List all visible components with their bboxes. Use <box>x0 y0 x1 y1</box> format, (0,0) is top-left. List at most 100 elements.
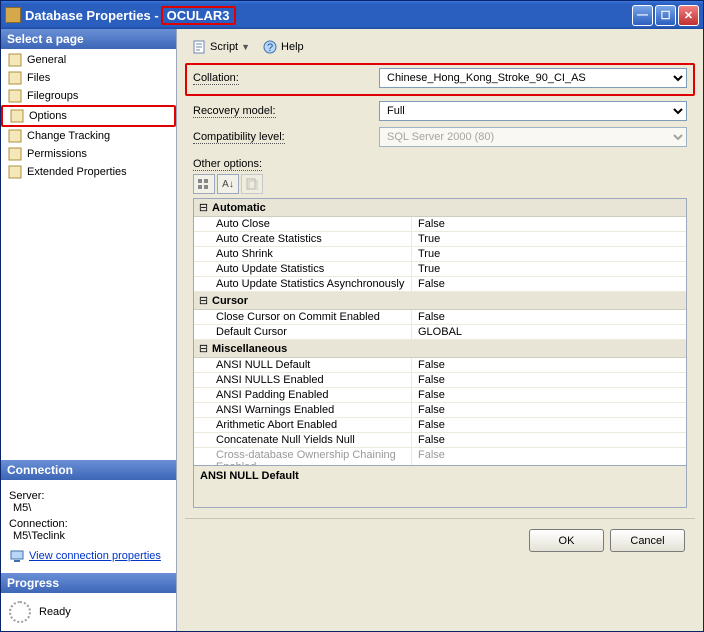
grid-row[interactable]: Concatenate Null Yields NullFalse <box>194 433 686 448</box>
minimize-button[interactable]: — <box>632 5 653 26</box>
ok-button[interactable]: OK <box>529 529 604 552</box>
sidebar-item-label: Files <box>27 70 50 86</box>
grid-property-name: ANSI NULL Default <box>194 358 412 372</box>
collation-row: Collation: Chinese_Hong_Kong_Stroke_90_C… <box>185 63 695 96</box>
grid-property-value[interactable]: True <box>412 247 686 261</box>
grid-property-value[interactable]: False <box>412 358 686 372</box>
grid-row[interactable]: ANSI NULLS EnabledFalse <box>194 373 686 388</box>
grid-row[interactable]: ANSI NULL DefaultFalse <box>194 358 686 373</box>
recovery-label: Recovery model: <box>193 105 276 118</box>
grid-row[interactable]: Auto ShrinkTrue <box>194 247 686 262</box>
sidebar-item-general[interactable]: General <box>1 51 176 69</box>
grid-property-value[interactable]: False <box>412 418 686 432</box>
compatibility-label: Compatibility level: <box>193 131 285 144</box>
page-icon <box>7 88 23 104</box>
other-options-label: Other options: <box>193 158 262 171</box>
categorize-button[interactable] <box>193 174 215 194</box>
sidebar-item-label: Change Tracking <box>27 128 110 144</box>
sidebar-item-extended-properties[interactable]: Extended Properties <box>1 163 176 181</box>
help-button[interactable]: ? Help <box>258 37 308 57</box>
svg-text:?: ? <box>267 42 273 54</box>
grid-property-value[interactable]: False <box>412 277 686 291</box>
connection-header: Connection <box>1 460 176 480</box>
page-list: General Files Filegroups Options Change … <box>1 49 176 183</box>
grid-property-value[interactable]: True <box>412 232 686 246</box>
page-icon <box>7 70 23 86</box>
grid-row[interactable]: Default CursorGLOBAL <box>194 325 686 340</box>
grid-row[interactable]: ANSI Warnings EnabledFalse <box>194 403 686 418</box>
grid-property-name: Auto Update Statistics <box>194 262 412 276</box>
grid-property-name: Auto Close <box>194 217 412 231</box>
grid-scroll[interactable]: ⊟AutomaticAuto CloseFalseAuto Create Sta… <box>194 199 686 465</box>
compatibility-select[interactable]: SQL Server 2000 (80) <box>379 127 687 147</box>
sidebar-item-options[interactable]: Options <box>1 105 176 127</box>
close-button[interactable]: ✕ <box>678 5 699 26</box>
titlebar[interactable]: Database Properties - OCULAR3 — ☐ ✕ <box>1 1 703 29</box>
grid-row[interactable]: ANSI Padding EnabledFalse <box>194 388 686 403</box>
grid-section-header[interactable]: ⊟Cursor <box>194 292 686 310</box>
grid-row[interactable]: Auto Create StatisticsTrue <box>194 232 686 247</box>
maximize-button[interactable]: ☐ <box>655 5 676 26</box>
recovery-select[interactable]: Full <box>379 101 687 121</box>
grid-property-value[interactable]: False <box>412 310 686 324</box>
collapse-icon: ⊟ <box>198 294 209 307</box>
grid-row[interactable]: Arithmetic Abort EnabledFalse <box>194 418 686 433</box>
grid-property-value[interactable]: True <box>412 262 686 276</box>
page-icon <box>7 128 23 144</box>
sidebar-item-label: Filegroups <box>27 88 78 104</box>
page-icon <box>9 108 25 124</box>
sidebar-item-files[interactable]: Files <box>1 69 176 87</box>
progress-header: Progress <box>1 573 176 593</box>
grid-row[interactable]: Auto Update Statistics AsynchronouslyFal… <box>194 277 686 292</box>
grid-property-value[interactable]: False <box>412 373 686 387</box>
page-icon <box>7 164 23 180</box>
grid-section-header[interactable]: ⊟Automatic <box>194 199 686 217</box>
database-properties-window: Database Properties - OCULAR3 — ☐ ✕ Sele… <box>0 0 704 632</box>
grid-property-value[interactable]: False <box>412 388 686 402</box>
sidebar-item-permissions[interactable]: Permissions <box>1 145 176 163</box>
sidebar-item-label: Permissions <box>27 146 87 162</box>
collation-select[interactable]: Chinese_Hong_Kong_Stroke_90_CI_AS <box>379 68 687 88</box>
help-label: Help <box>281 41 304 53</box>
grid-property-name: Cross-database Ownership Chaining Enable… <box>194 448 412 465</box>
grid-property-value[interactable]: False <box>412 433 686 447</box>
grid-description: ANSI NULL Default <box>194 465 686 507</box>
cancel-button[interactable]: Cancel <box>610 529 685 552</box>
script-button[interactable]: Script ▼ <box>187 37 254 57</box>
grid-property-value[interactable]: GLOBAL <box>412 325 686 339</box>
grid-row[interactable]: Auto Update StatisticsTrue <box>194 262 686 277</box>
view-connection-label: View connection properties <box>29 550 161 562</box>
server-value: M5\ <box>13 502 168 514</box>
database-icon <box>5 7 21 23</box>
connection-icon <box>9 548 25 564</box>
grid-property-value[interactable]: False <box>412 403 686 417</box>
view-connection-properties-link[interactable]: View connection properties <box>9 548 161 564</box>
grid-section-header[interactable]: ⊟Miscellaneous <box>194 340 686 358</box>
progress-status: Ready <box>39 606 71 618</box>
grid-property-value[interactable]: False <box>412 448 686 465</box>
collapse-icon: ⊟ <box>198 342 209 355</box>
chevron-down-icon: ▼ <box>241 42 250 52</box>
sidebar-item-filegroups[interactable]: Filegroups <box>1 87 176 105</box>
grid-row[interactable]: Auto CloseFalse <box>194 217 686 232</box>
progress-spinner-icon <box>9 601 31 623</box>
sidebar-item-label: Options <box>29 108 67 124</box>
grid-row[interactable]: Close Cursor on Commit EnabledFalse <box>194 310 686 325</box>
toolbar: Script ▼ ? Help <box>185 33 695 63</box>
grid-row[interactable]: Cross-database Ownership Chaining Enable… <box>194 448 686 465</box>
grid-property-name: Close Cursor on Commit Enabled <box>194 310 412 324</box>
collation-label: Collation: <box>193 72 239 85</box>
dialog-footer: OK Cancel <box>185 518 695 562</box>
main-panel: Script ▼ ? Help Collation: Chinese_Hong_… <box>177 29 703 631</box>
sidebar-item-label: Extended Properties <box>27 164 127 180</box>
connection-value: M5\Teclink <box>13 530 168 542</box>
collapse-icon: ⊟ <box>198 201 209 214</box>
sidebar-item-change-tracking[interactable]: Change Tracking <box>1 127 176 145</box>
grid-property-name: Auto Shrink <box>194 247 412 261</box>
page-icon <box>7 146 23 162</box>
pages-button[interactable] <box>241 174 263 194</box>
grid-property-value[interactable]: False <box>412 217 686 231</box>
help-icon: ? <box>262 39 278 55</box>
sort-button[interactable]: A↓ <box>217 174 239 194</box>
recovery-row: Recovery model: Full <box>185 100 695 126</box>
